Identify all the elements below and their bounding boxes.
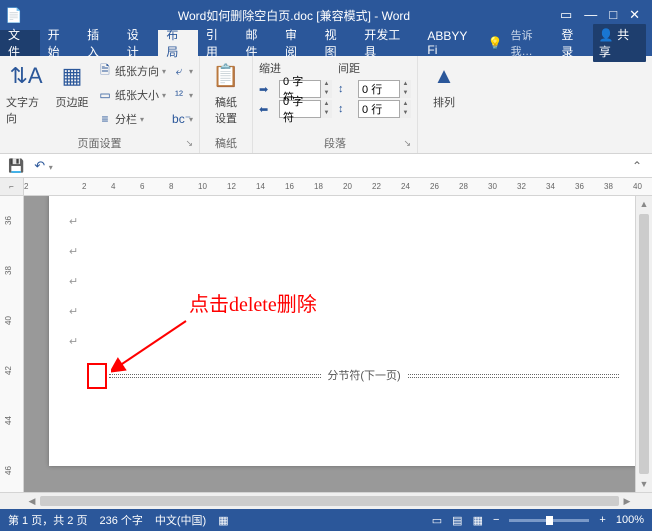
- tab-insert[interactable]: 插入: [79, 30, 119, 56]
- undo-icon[interactable]: ↶ ▾: [34, 158, 53, 174]
- group-label-paragraph: 段落: [324, 138, 346, 150]
- spin-up[interactable]: ▲: [320, 80, 332, 89]
- spacing-label: 间距: [338, 60, 411, 78]
- view-print-icon[interactable]: ▤: [452, 514, 462, 527]
- breaks-button[interactable]: ⤶▾: [172, 60, 193, 82]
- space-after-row: ↕ 0 行 ▲▼: [338, 100, 411, 118]
- page-setup-dialog-icon[interactable]: ↘: [185, 138, 193, 149]
- arrange-icon: ▲: [433, 60, 455, 92]
- maximize-icon[interactable]: □: [609, 7, 617, 23]
- spin-up[interactable]: ▲: [399, 80, 411, 89]
- line-numbers-button[interactable]: ¹²▾: [172, 84, 193, 106]
- arrange-button[interactable]: ▲ 排列: [424, 60, 464, 110]
- paragraph-mark[interactable]: [69, 274, 619, 304]
- tab-review[interactable]: 审阅: [277, 30, 317, 56]
- login-link[interactable]: 登录: [561, 26, 584, 60]
- cursor-highlight: [87, 363, 107, 389]
- window-title: Word如何删除空白页.doc [兼容模式] - Word: [28, 7, 560, 24]
- scroll-down-icon[interactable]: ▼: [640, 476, 649, 492]
- spin-down[interactable]: ▼: [320, 109, 332, 118]
- group-arrange: ▲ 排列: [418, 56, 470, 153]
- orientation-button[interactable]: 🗎纸张方向 ▾: [98, 60, 166, 82]
- group-paragraph: 缩进 ➡ 0 字符 ▲▼ ⬅ 0 字符 ▲▼ 间距 ↕ 0 行 ▲▼: [253, 56, 418, 153]
- scroll-up-icon[interactable]: ▲: [640, 196, 649, 212]
- status-lang[interactable]: 中文(中国): [155, 512, 206, 528]
- hyphenation-icon: bc⁻: [172, 112, 186, 126]
- paragraph-mark[interactable]: [69, 214, 619, 244]
- bulb-icon: 💡: [488, 36, 503, 50]
- hyphenation-button[interactable]: bc⁻▾: [172, 108, 193, 130]
- space-before-icon: ↕: [338, 83, 354, 95]
- tab-developer[interactable]: 开发工具: [356, 30, 419, 56]
- zoom-in-icon[interactable]: +: [599, 514, 605, 526]
- status-macro-icon[interactable]: ▦: [218, 514, 228, 527]
- page[interactable]: 分节符(下一页) 点击delete删除: [49, 196, 635, 466]
- zoom-out-icon[interactable]: −: [493, 514, 499, 526]
- scroll-thumb[interactable]: [639, 214, 649, 474]
- minimize-icon[interactable]: —: [584, 7, 597, 23]
- text-direction-button[interactable]: ⇅A 文字方向: [6, 60, 46, 126]
- space-after-icon: ↕: [338, 103, 354, 115]
- margins-icon: ▦: [62, 60, 83, 92]
- tab-references[interactable]: 引用: [198, 30, 238, 56]
- document-area[interactable]: 分节符(下一页) 点击delete删除: [24, 196, 635, 492]
- status-words[interactable]: 236 个字: [99, 512, 142, 528]
- save-icon[interactable]: 💾: [8, 158, 24, 174]
- ruler-vertical[interactable]: 363840424446: [0, 196, 24, 492]
- tab-mailings[interactable]: 邮件: [237, 30, 277, 56]
- status-page[interactable]: 第 1 页，共 2 页: [8, 512, 87, 528]
- group-page-setup: ⇅A 文字方向 ▦ 页边距 🗎纸张方向 ▾ ▭纸张大小 ▾ ≡分栏 ▾ ⤶▾ ¹…: [0, 56, 200, 153]
- annotation-text: 点击delete删除: [189, 288, 317, 317]
- scrollbar-vertical[interactable]: ▲ ▼: [635, 196, 652, 492]
- zoom-level[interactable]: 100%: [616, 514, 644, 526]
- columns-icon: ≡: [98, 112, 112, 126]
- tab-layout[interactable]: 布局: [158, 30, 198, 56]
- tell-me-input[interactable]: 告诉我…: [511, 27, 554, 59]
- group-label-page-setup: 页面设置: [78, 138, 122, 150]
- view-read-icon[interactable]: ▭: [432, 514, 442, 527]
- manuscript-button[interactable]: 📋 稿纸 设置: [206, 60, 246, 126]
- tab-abbyy[interactable]: ABBYY Fi: [419, 30, 487, 56]
- paragraph-dialog-icon[interactable]: ↘: [403, 138, 411, 149]
- breaks-icon: ⤶: [172, 64, 186, 79]
- tab-design[interactable]: 设计: [119, 30, 159, 56]
- ruler-horizontal[interactable]: 2246810121416182022242628303234363840: [24, 178, 652, 195]
- indent-left-icon: ➡: [259, 83, 275, 96]
- spin-up[interactable]: ▲: [399, 100, 411, 109]
- annotation-arrow: [111, 316, 191, 376]
- spin-down[interactable]: ▼: [399, 109, 411, 118]
- group-label-manuscript: 稿纸: [206, 133, 246, 151]
- spin-down[interactable]: ▼: [320, 89, 332, 98]
- spin-up[interactable]: ▲: [320, 100, 332, 109]
- tab-file[interactable]: 文件: [0, 30, 40, 56]
- size-button[interactable]: ▭纸张大小 ▾: [98, 84, 166, 106]
- size-icon: ▭: [98, 88, 112, 102]
- view-web-icon[interactable]: ▦: [473, 514, 483, 527]
- zoom-slider[interactable]: [509, 519, 589, 522]
- space-before-row: ↕ 0 行 ▲▼: [338, 80, 411, 98]
- indent-right-row: ⬅ 0 字符 ▲▼: [259, 100, 332, 118]
- scroll-right-icon[interactable]: ▶: [619, 496, 635, 507]
- text-direction-icon: ⇅A: [9, 60, 42, 92]
- collapse-ribbon-icon[interactable]: ⌃: [632, 159, 652, 173]
- columns-button[interactable]: ≡分栏 ▾: [98, 108, 166, 130]
- spin-down[interactable]: ▼: [399, 89, 411, 98]
- tab-home[interactable]: 开始: [40, 30, 80, 56]
- paragraph-mark[interactable]: [69, 244, 619, 274]
- tab-view[interactable]: 视图: [317, 30, 357, 56]
- line-numbers-icon: ¹²: [172, 88, 186, 102]
- scroll-thumb[interactable]: [40, 496, 619, 506]
- ribbon-options-icon[interactable]: ▭: [560, 7, 572, 23]
- scroll-left-icon[interactable]: ◀: [24, 496, 40, 507]
- app-icon: 📄: [0, 7, 28, 24]
- orientation-icon: 🗎: [98, 61, 112, 82]
- margins-button[interactable]: ▦ 页边距: [52, 60, 92, 110]
- manuscript-icon: 📋: [212, 60, 239, 92]
- group-manuscript: 📋 稿纸 设置 稿纸: [200, 56, 253, 153]
- scrollbar-horizontal[interactable]: ◀ ▶: [0, 492, 652, 509]
- share-button[interactable]: 👤 共享: [593, 24, 646, 62]
- close-icon[interactable]: ✕: [629, 7, 640, 23]
- indent-right-icon: ⬅: [259, 103, 275, 116]
- ruler-corner[interactable]: ⌐: [0, 178, 24, 195]
